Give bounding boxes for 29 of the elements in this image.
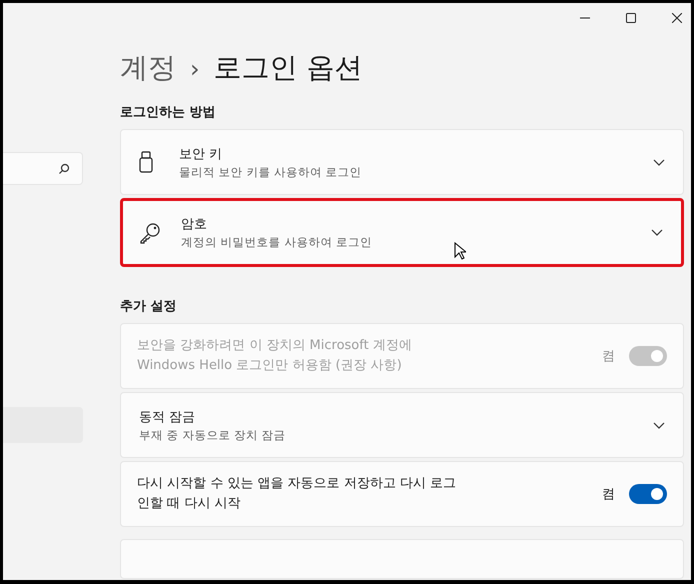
setting-card[interactable]: 암호 계정의 비밀번호를 사용하여 로그인: [120, 198, 684, 267]
section-heading: 로그인하는 방법: [120, 104, 217, 121]
key-icon: [139, 222, 161, 244]
setting-description: 부재 중 자동으로 장치 잠금: [139, 428, 287, 442]
chevron-down-icon[interactable]: [651, 229, 663, 236]
usb-key-icon: [139, 151, 153, 173]
setting-card[interactable]: 동적 잠금 부재 중 자동으로 장치 잠금: [120, 392, 684, 458]
chevron-down-icon[interactable]: [653, 422, 665, 428]
mouse-cursor-icon: [454, 242, 466, 260]
search-icon: [58, 162, 70, 174]
toggle-switch[interactable]: [629, 484, 667, 504]
setting-title: 동적 잠금: [139, 408, 196, 426]
maximize-icon[interactable]: [626, 13, 636, 23]
chevron-down-icon[interactable]: [653, 158, 665, 166]
search-field[interactable]: [3, 152, 83, 185]
toggle-state-label: 켬: [602, 486, 615, 503]
setting-description: 다시 시작할 수 있는 앱을 자동으로 저장하고 다시 로그 인할 때 다시 시작: [137, 475, 458, 513]
setting-description: 물리적 보안 키를 사용하여 로그인: [179, 164, 363, 180]
setting-description: 계정의 비밀번호를 사용하여 로그인: [181, 235, 373, 250]
page-title: 로그인 옵션: [214, 50, 363, 86]
section-heading: 추가 설정: [120, 298, 178, 315]
setting-description: 보안을 강화하려면 이 장치의 Microsoft 계정에 Windows Hello 로그인만 허용함 (권장 사항): [137, 337, 413, 375]
close-icon[interactable]: [672, 13, 682, 23]
setting-title: 암호: [181, 216, 208, 233]
toggle-state-label: 켬: [602, 348, 615, 365]
breadcrumb-parent[interactable]: 계정: [120, 49, 176, 87]
breadcrumb-separator: ›: [190, 55, 200, 83]
setting-title: 보안 키: [179, 146, 224, 162]
setting-card[interactable]: 보안 키 물리적 보안 키를 사용하여 로그인: [120, 129, 684, 195]
